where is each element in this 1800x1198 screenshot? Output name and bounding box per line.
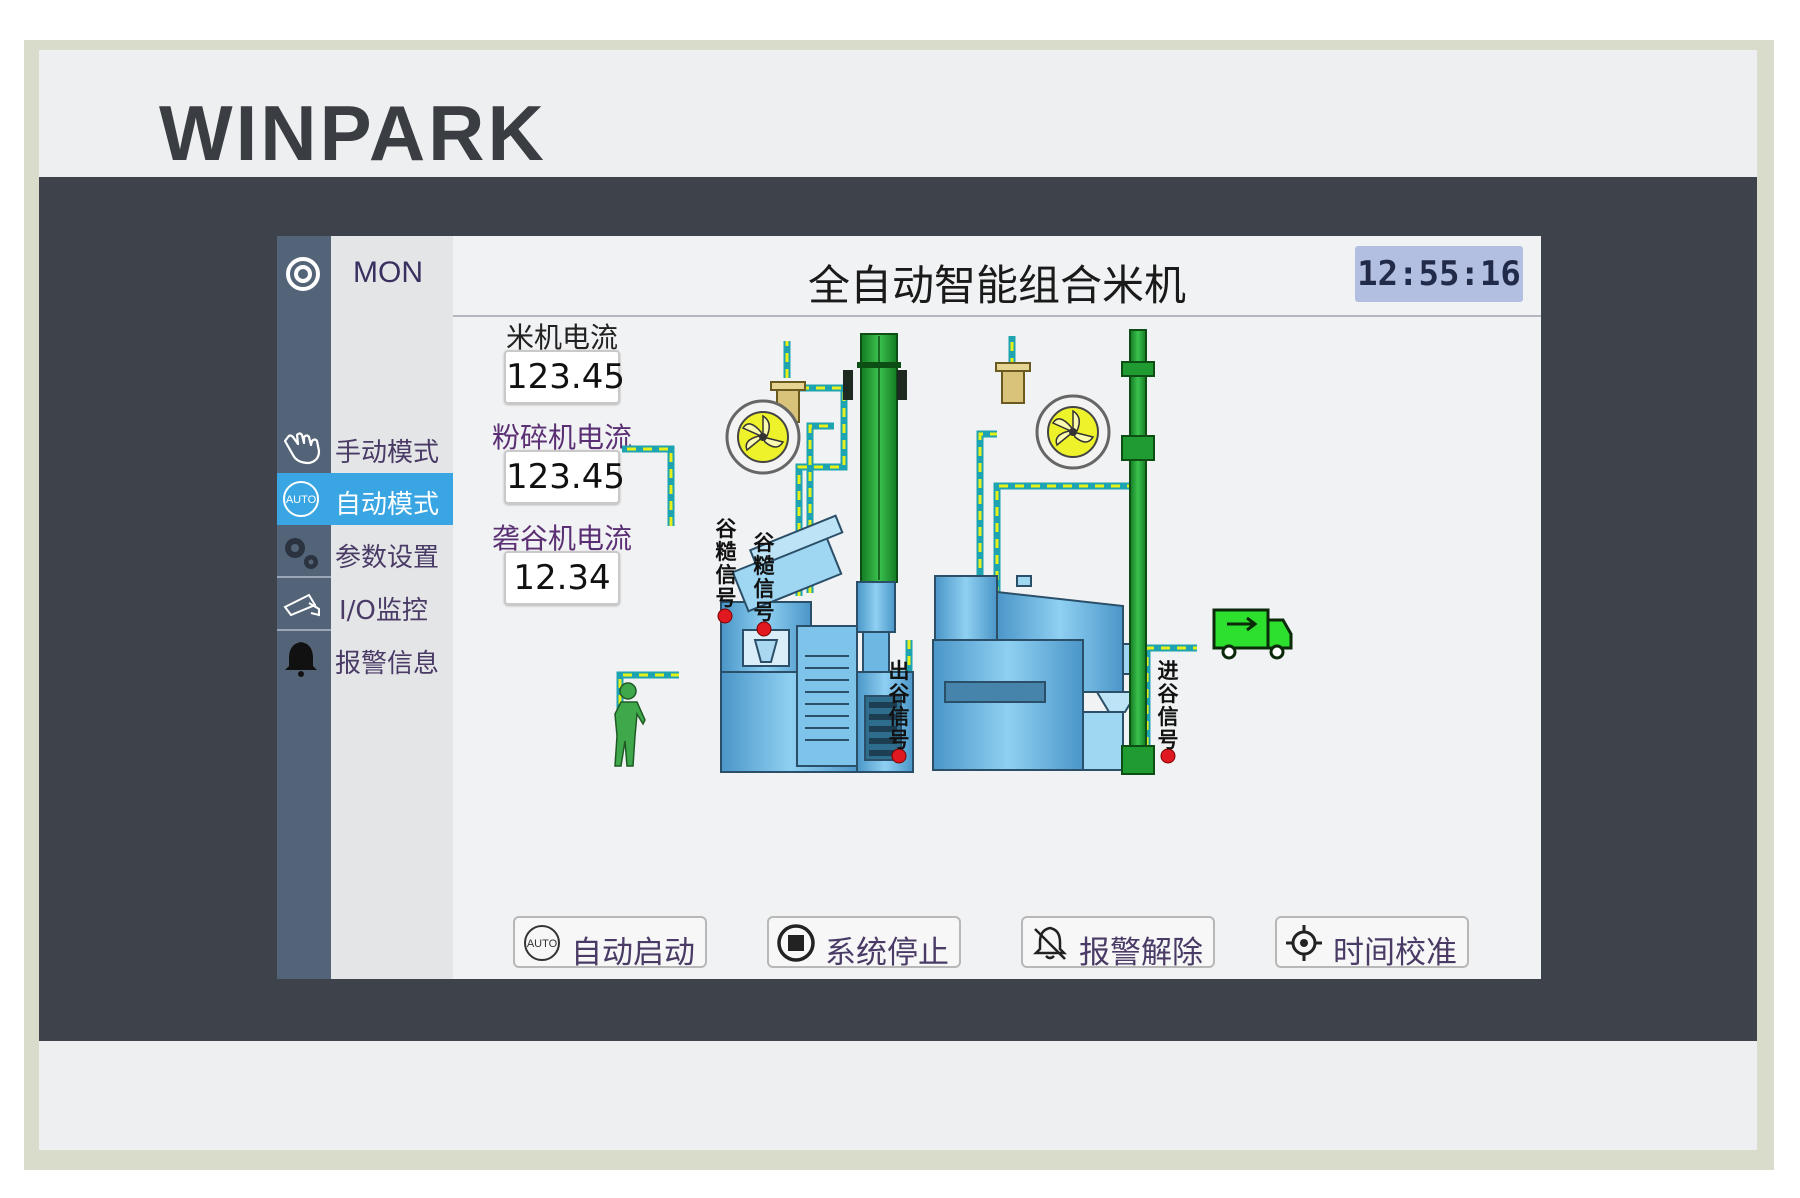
menu-label-io: I/O监控 xyxy=(339,596,428,626)
signal-label-husk-1: 谷糙信号 xyxy=(715,517,737,610)
auto-start-label: 自动启动 xyxy=(571,935,695,971)
menu-item-auto-mode[interactable]: AUTO 自动模式 xyxy=(277,473,453,525)
time-calibrate-button[interactable]: 时间校准 xyxy=(1275,916,1469,971)
metric-value-crusher-current[interactable]: 123.45 xyxy=(504,450,625,504)
bell-off-icon xyxy=(1032,926,1068,960)
time-calibrate-label: 时间校准 xyxy=(1333,935,1457,971)
title-bar: 全自动智能组合米机 12:55:16 xyxy=(453,236,1541,317)
signal-lamp-husk-2 xyxy=(756,621,772,637)
right-fan-icon xyxy=(995,362,1111,470)
process-diagram xyxy=(614,329,1293,775)
svg-text:AUTO: AUTO xyxy=(527,938,558,950)
target-logo-icon[interactable] xyxy=(283,254,323,294)
menu-item-parameters[interactable]: 参数设置 xyxy=(277,523,453,581)
signal-label-grain-out: 出谷信号 xyxy=(888,659,910,752)
clock-display[interactable]: 12:55:16 xyxy=(1355,246,1523,302)
hmi-screen: MON 手动模式 AUTO 自动模式 参数设置 I/O监控 报警信息 全自动智能… xyxy=(277,236,1541,979)
truck-icon xyxy=(1212,608,1293,660)
alarm-clear-button[interactable]: 报警解除 xyxy=(1021,916,1215,971)
hand-icon xyxy=(283,432,321,465)
alarm-clear-label: 报警解除 xyxy=(1079,935,1203,971)
signal-lamp-husk-1 xyxy=(717,608,733,624)
menu-item-manual-mode[interactable]: 手动模式 xyxy=(277,418,453,476)
huller-machine xyxy=(932,575,1144,771)
menu-label-manual: 手动模式 xyxy=(335,438,440,468)
stop-icon xyxy=(777,924,815,962)
left-fan-icon xyxy=(725,381,806,475)
crosshair-icon xyxy=(1286,925,1322,961)
mon-label: MON xyxy=(353,256,423,289)
system-stop-label: 系统停止 xyxy=(825,935,949,971)
system-stop-button[interactable]: 系统停止 xyxy=(767,916,961,971)
metric-value-rice-mill-current[interactable]: 123.45 xyxy=(504,350,625,404)
menu-item-alarm-info[interactable]: 报警信息 xyxy=(277,629,453,687)
metric-value-huller-current[interactable]: 12.34 xyxy=(504,551,620,605)
menu-label-auto: 自动模式 xyxy=(335,490,440,520)
gears-icon xyxy=(285,538,318,569)
auto-icon: AUTO xyxy=(283,481,319,517)
signal-label-husk-2: 谷糙信号 xyxy=(753,531,775,624)
signal-label-grain-in: 进谷信号 xyxy=(1157,659,1179,752)
auto-icon: AUTO xyxy=(524,925,560,961)
svg-text:AUTO: AUTO xyxy=(286,494,317,506)
camera-icon xyxy=(283,593,320,617)
menu-item-io-monitor[interactable]: I/O监控 xyxy=(277,576,453,634)
brand-logo: WINPARK xyxy=(159,89,547,177)
bucket-elevator-left xyxy=(843,333,907,583)
bell-icon xyxy=(285,642,317,677)
menu-label-parameters: 参数设置 xyxy=(335,543,440,573)
menu-label-alarm: 报警信息 xyxy=(335,649,440,679)
auto-start-button[interactable]: AUTO 自动启动 xyxy=(513,916,707,971)
